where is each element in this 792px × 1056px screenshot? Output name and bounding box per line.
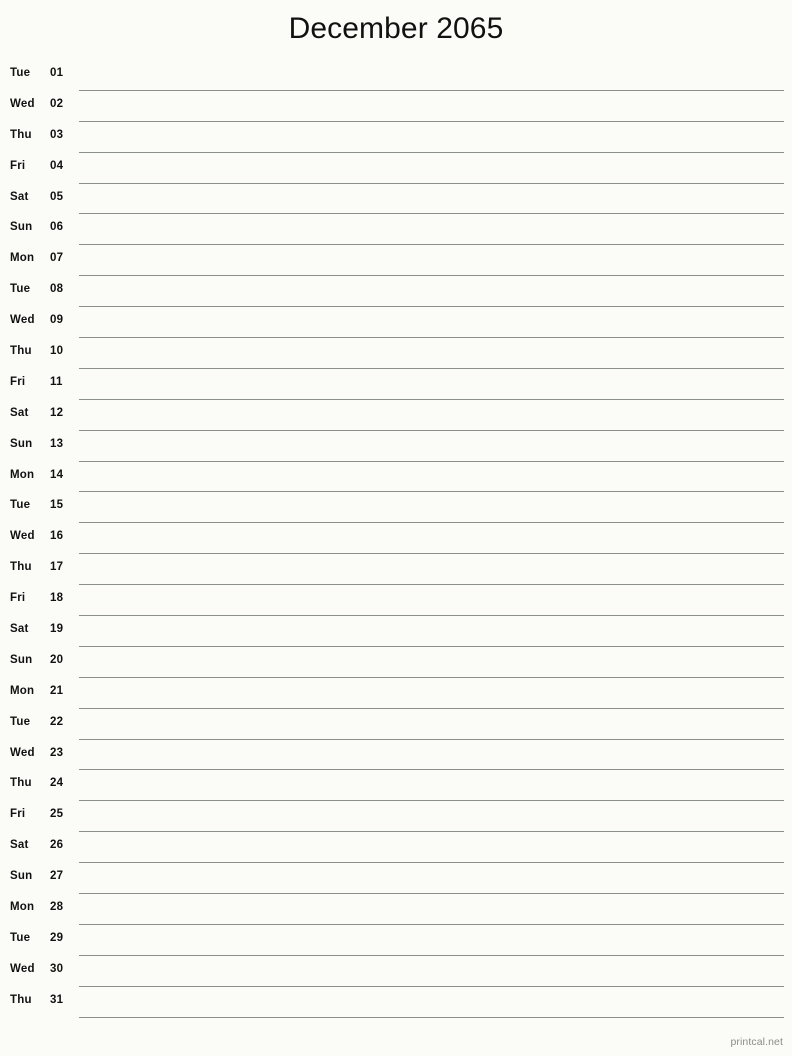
day-date-number: 28 (50, 901, 64, 914)
day-date-number: 01 (50, 67, 64, 79)
day-date-number: 02 (50, 97, 64, 110)
day-weekday-label: Sat (10, 190, 29, 203)
day-row[interactable]: Fri 18 (0, 585, 792, 617)
day-weekday-label: Wed (10, 962, 35, 975)
day-row[interactable]: Tue 01 (0, 60, 792, 91)
day-date-number: 20 (50, 653, 64, 666)
day-row[interactable]: Mon 21 (0, 678, 792, 709)
day-row[interactable]: Mon 28 (0, 894, 792, 925)
day-row[interactable]: Wed 09 (0, 307, 792, 339)
day-weekday-label: Tue (10, 715, 31, 728)
day-weekday-label: Wed (10, 530, 35, 543)
day-date-number: 14 (50, 468, 64, 481)
day-weekday-label: Sat (10, 839, 29, 852)
day-weekday-label: Fri (10, 375, 26, 388)
day-date-number: 29 (50, 931, 64, 944)
day-row[interactable]: Fri 25 (0, 801, 792, 833)
day-weekday-label: Fri (10, 592, 26, 605)
day-row[interactable]: Tue 08 (0, 276, 792, 308)
day-row[interactable]: Wed 02 (0, 91, 792, 122)
day-weekday-label: Sun (10, 437, 33, 450)
day-date-number: 10 (50, 345, 64, 358)
day-weekday-label: Sun (10, 653, 33, 666)
page-title: December 2065 (288, 12, 504, 45)
day-row[interactable]: Thu 03 (0, 122, 792, 153)
day-weekday-label: Fri (10, 808, 26, 821)
day-row[interactable]: Tue 22 (0, 709, 792, 740)
day-row[interactable]: Sun 13 (0, 431, 792, 462)
day-date-number: 04 (50, 159, 64, 172)
day-weekday-label: Wed (10, 746, 35, 759)
day-weekday-label: Mon (10, 252, 35, 265)
day-weekday-label: Tue (10, 67, 31, 79)
day-weekday-label: Sat (10, 623, 29, 636)
day-date-number: 24 (50, 777, 64, 790)
day-date-number: 06 (50, 221, 64, 234)
day-date-number: 13 (50, 437, 64, 450)
day-weekday-label: Tue (10, 499, 31, 512)
day-row[interactable]: Wed 23 (0, 740, 792, 771)
day-row[interactable]: Sat 12 (0, 400, 792, 431)
day-weekday-label: Thu (10, 777, 32, 790)
day-row[interactable]: Tue 15 (0, 492, 792, 524)
day-row[interactable]: Sun 20 (0, 647, 792, 678)
day-date-number: 09 (50, 314, 64, 327)
day-weekday-label: Fri (10, 159, 26, 172)
day-row[interactable]: Wed 16 (0, 523, 792, 555)
day-row[interactable]: Fri 04 (0, 153, 792, 184)
day-row[interactable]: Thu 17 (0, 554, 792, 586)
day-date-number: 12 (50, 406, 64, 419)
day-weekday-label: Thu (10, 561, 32, 574)
day-date-number: 23 (50, 746, 64, 759)
day-row[interactable]: Tue 29 (0, 925, 792, 956)
day-date-number: 05 (50, 190, 64, 203)
day-weekday-label: Sun (10, 221, 33, 234)
day-row[interactable]: Sat 05 (0, 184, 792, 215)
day-row[interactable]: Mon 14 (0, 462, 792, 493)
day-weekday-label: Thu (10, 345, 32, 358)
day-date-number: 21 (50, 684, 64, 697)
day-row[interactable]: Thu 31 (0, 987, 792, 1018)
day-weekday-label: Thu (10, 993, 32, 1006)
day-weekday-label: Wed (10, 97, 35, 110)
day-date-number: 15 (50, 499, 64, 512)
day-date-number: 17 (50, 561, 64, 574)
day-notes-writing-line[interactable] (79, 1016, 784, 1018)
day-weekday-label: Mon (10, 468, 35, 481)
day-date-number: 03 (50, 128, 64, 141)
day-date-number: 22 (50, 715, 64, 728)
day-date-number: 27 (50, 870, 64, 883)
day-date-number: 25 (50, 808, 64, 821)
day-date-number: 07 (50, 252, 64, 265)
day-weekday-label: Tue (10, 931, 31, 944)
day-row[interactable]: Thu 10 (0, 338, 792, 369)
day-date-number: 30 (50, 962, 64, 975)
day-row[interactable]: Fri 11 (0, 369, 792, 400)
day-date-number: 31 (50, 993, 64, 1006)
day-date-number: 08 (50, 283, 64, 296)
day-date-number: 18 (50, 592, 64, 605)
day-row-list: Tue 01 Wed 02 Thu 03 Fri 04 Sat 05 Sun 06 Mon 07 Tue 08… (0, 60, 792, 1018)
day-date-number: 19 (50, 623, 64, 636)
day-weekday-label: Sat (10, 406, 29, 419)
day-date-number: 26 (50, 839, 64, 852)
day-weekday-label: Thu (10, 128, 32, 141)
calendar-page: December 2065 Tue 01 Wed 02 Thu 03 Fri 04 Sat 05 S… (0, 0, 792, 1056)
day-row[interactable]: Sat 26 (0, 832, 792, 864)
day-weekday-label: Mon (10, 684, 35, 697)
day-weekday-label: Tue (10, 283, 31, 296)
day-weekday-label: Sun (10, 870, 33, 883)
day-date-number: 11 (50, 375, 63, 388)
footer-credit: printcal.net (730, 1036, 783, 1048)
day-row[interactable]: Mon 07 (0, 245, 792, 277)
day-row[interactable]: Thu 24 (0, 770, 792, 802)
day-weekday-label: Wed (10, 314, 35, 327)
day-row[interactable]: Sat 19 (0, 616, 792, 647)
day-row[interactable]: Sun 27 (0, 863, 792, 895)
day-row[interactable]: Sun 06 (0, 214, 792, 246)
day-weekday-label: Mon (10, 901, 35, 914)
day-date-number: 16 (50, 530, 64, 543)
day-row[interactable]: Wed 30 (0, 956, 792, 987)
